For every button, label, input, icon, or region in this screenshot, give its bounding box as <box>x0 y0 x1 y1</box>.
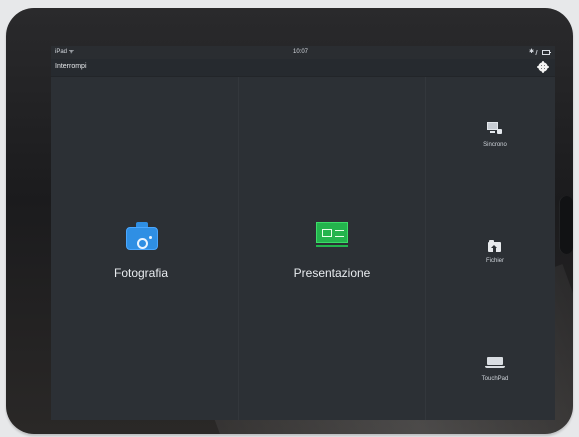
file-tool-label: Fichier <box>485 258 504 264</box>
top-toolbar: Interrompi <box>51 59 555 77</box>
presentation-base-shape <box>316 245 348 247</box>
presentation-label: Presentazione <box>293 266 371 280</box>
column-divider <box>425 77 426 420</box>
ipad-frame: iPad ᯤ 10:07 ✱ Interrompi Fotografia Pre… <box>6 8 573 434</box>
presentation-image-shape <box>322 229 332 237</box>
gear-icon <box>538 61 548 73</box>
folder-body-shape <box>488 242 501 252</box>
ios-status-bar: iPad ᯤ 10:07 ✱ <box>51 46 555 59</box>
sync-tool-button[interactable]: Sincrono <box>467 118 523 162</box>
camera-icon <box>126 222 158 250</box>
touchpad-tool-label: TouchPad <box>481 376 509 382</box>
stop-button[interactable]: Interrompi <box>55 61 87 73</box>
settings-button[interactable] <box>538 61 548 73</box>
presentation-button[interactable]: Presentazione <box>276 219 388 285</box>
sync-badge-shape <box>497 129 502 134</box>
presentation-screen-shape <box>316 222 348 243</box>
camera-body-shape <box>126 227 158 250</box>
monitor-sync-icon <box>487 122 502 136</box>
monitor-stand-shape <box>490 131 495 133</box>
bluetooth-icon <box>535 50 541 55</box>
touchpad-tool-button[interactable]: TouchPad <box>467 352 523 396</box>
upload-arrow-icon <box>491 245 497 252</box>
laptop-icon <box>485 357 505 369</box>
battery-status: ✱ <box>528 46 551 59</box>
presentation-icon <box>316 222 348 248</box>
camera-lens-shape <box>137 238 148 249</box>
presentation-lines-shape <box>335 230 344 237</box>
photography-label: Fotografia <box>113 266 169 280</box>
folder-upload-icon <box>488 240 501 252</box>
column-divider <box>238 77 239 420</box>
laptop-base-shape <box>485 366 505 368</box>
app-screen: iPad ᯤ 10:07 ✱ Interrompi Fotografia Pre… <box>51 46 555 420</box>
file-tool-button[interactable]: Fichier <box>467 234 523 278</box>
bluetooth-status: ✱ <box>528 49 534 55</box>
laptop-screen-shape <box>487 357 503 365</box>
device-screenshot: iPad ᯤ 10:07 ✱ Interrompi Fotografia Pre… <box>0 0 579 437</box>
main-content: Fotografia Presentazione Sincrono Fichie… <box>51 77 555 420</box>
sync-tool-label: Sincrono <box>483 142 507 148</box>
status-time: 10:07 <box>293 49 309 55</box>
battery-icon <box>542 50 551 55</box>
photography-button[interactable]: Fotografia <box>98 219 184 285</box>
home-button <box>559 196 573 254</box>
carrier-wifi-status: iPad ᯤ <box>55 49 75 55</box>
camera-flash-shape <box>149 236 152 239</box>
